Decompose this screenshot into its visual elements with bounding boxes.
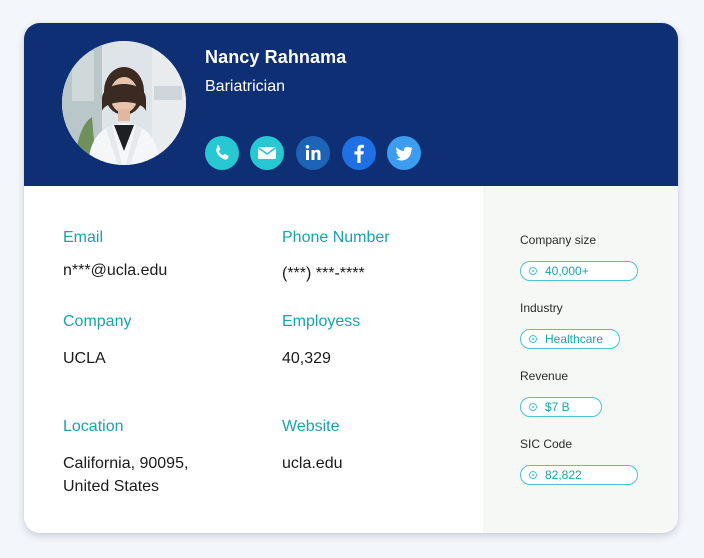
company-size-label: Company size [520,233,597,247]
profile-name: Nancy Rahnama [205,47,347,67]
contact-card: Nancy Rahnama Bariatrician Email n***@uc… [24,23,678,533]
email-value[interactable]: n***@ucla.edu [63,259,167,282]
company-value: UCLA [63,350,106,367]
employees-label: Employess [282,313,361,330]
sic-code-value: 82,822 [545,468,582,482]
twitter-icon[interactable] [387,136,421,170]
employees-value: 40,329 [282,350,331,367]
profile-header: Nancy Rahnama Bariatrician [24,23,678,186]
profile-title: Bariatrician [205,78,286,95]
revenue-value: $7 B [545,400,570,414]
facebook-icon[interactable] [342,136,376,170]
company-size-value: 40,000+ [545,264,589,278]
sic-code-label: SIC Code [520,437,573,451]
location-label: Location [63,418,124,435]
industry-badge: Healthcare [520,329,620,349]
radio-dot-icon [529,335,537,343]
company-size-badge: 40,000+ [520,261,638,281]
radio-dot-icon [529,267,537,275]
linkedin-icon[interactable] [296,136,330,170]
phone-icon[interactable] [205,136,239,170]
industry-value: Healthcare [545,332,604,346]
avatar [62,41,186,165]
radio-dot-icon [529,471,537,479]
location-line-2: United States [63,478,160,495]
industry-label: Industry [520,301,563,315]
phone-value[interactable]: (***) ***-**** [282,262,365,285]
website-label: Website [282,418,340,435]
company-sidebar: Company size 40,000+ Industry Healthcare… [483,186,678,533]
location-line-1: California, 90095, [63,455,189,472]
mail-icon[interactable] [250,136,284,170]
company-label: Company [63,313,132,330]
phone-label: Phone Number [282,229,390,246]
radio-dot-icon [529,403,537,411]
contact-details: Email n***@ucla.edu Phone Number (***) *… [24,186,483,533]
avatar-photo [62,41,186,165]
sic-code-badge: 82,822 [520,465,638,485]
email-label: Email [63,229,104,246]
revenue-badge: $7 B [520,397,602,417]
website-value[interactable]: ucla.edu [282,452,343,475]
revenue-label: Revenue [520,369,569,383]
